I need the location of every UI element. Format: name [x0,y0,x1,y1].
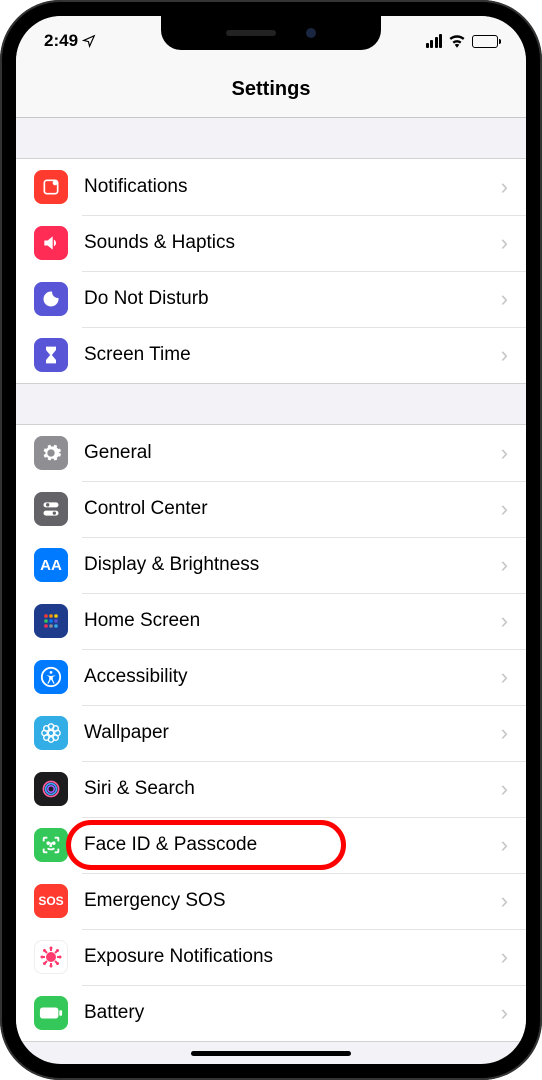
chevron-right-icon: › [501,664,508,690]
row-label: General [84,442,501,464]
settings-list-content[interactable]: Notifications › Sounds & Haptics › Do No… [16,118,526,1064]
accessibility-icon [34,660,68,694]
switches-icon [34,492,68,526]
chevron-right-icon: › [501,944,508,970]
row-emergency-sos[interactable]: SOS Emergency SOS › [16,873,526,929]
row-control-center[interactable]: Control Center › [16,481,526,537]
row-home-screen[interactable]: Home Screen › [16,593,526,649]
page-title: Settings [16,78,526,101]
row-label: Notifications [84,176,501,198]
faceid-icon [34,828,68,862]
chevron-right-icon: › [501,174,508,200]
status-time: 2:49 [44,31,78,51]
chevron-right-icon: › [501,720,508,746]
row-face-id-passcode[interactable]: Face ID & Passcode › [16,817,526,873]
grid-icon [34,604,68,638]
settings-group-1: Notifications › Sounds & Haptics › Do No… [16,158,526,384]
gear-icon [34,436,68,470]
row-screen-time[interactable]: Screen Time › [16,327,526,383]
row-siri-search[interactable]: Siri & Search › [16,761,526,817]
row-label: Wallpaper [84,722,501,744]
hourglass-icon [34,338,68,372]
screen: 2:49 Settings [16,16,526,1064]
earpiece-speaker [226,30,276,36]
sos-text: SOS [38,894,63,908]
chevron-right-icon: › [501,286,508,312]
row-wallpaper[interactable]: Wallpaper › [16,705,526,761]
settings-group-2: General › Control Center › AA Display & … [16,424,526,1042]
chevron-right-icon: › [501,608,508,634]
battery-full-icon [34,996,68,1030]
chevron-right-icon: › [501,440,508,466]
chevron-right-icon: › [501,342,508,368]
chevron-right-icon: › [501,1000,508,1026]
row-notifications[interactable]: Notifications › [16,159,526,215]
row-label: Emergency SOS [84,890,501,912]
row-label: Siri & Search [84,778,501,800]
chevron-right-icon: › [501,776,508,802]
row-exposure-notifications[interactable]: Exposure Notifications › [16,929,526,985]
notch [161,16,381,50]
row-battery[interactable]: Battery › [16,985,526,1041]
row-label: Exposure Notifications [84,946,501,968]
row-display-brightness[interactable]: AA Display & Brightness › [16,537,526,593]
navbar: Settings [16,66,526,118]
front-camera [306,28,316,38]
row-label: Screen Time [84,344,501,366]
row-label: Control Center [84,498,501,520]
siri-icon [34,772,68,806]
row-sounds-haptics[interactable]: Sounds & Haptics › [16,215,526,271]
flower-icon [34,716,68,750]
battery-icon [472,35,498,48]
chevron-right-icon: › [501,230,508,256]
row-label: Do Not Disturb [84,288,501,310]
row-accessibility[interactable]: Accessibility › [16,649,526,705]
row-label: Sounds & Haptics [84,232,501,254]
wifi-icon [448,34,466,48]
location-arrow-icon [82,34,96,48]
covid-icon [34,940,68,974]
cellular-signal-icon [426,34,443,48]
speaker-icon [34,226,68,260]
row-label: Accessibility [84,666,501,688]
sos-icon: SOS [34,884,68,918]
text-size-icon: AA [34,548,68,582]
row-general[interactable]: General › [16,425,526,481]
row-label: Face ID & Passcode [84,834,501,856]
chevron-right-icon: › [501,552,508,578]
group-separator [16,118,526,158]
moon-icon [34,282,68,316]
home-indicator[interactable] [191,1051,351,1056]
row-label: Home Screen [84,610,501,632]
chevron-right-icon: › [501,496,508,522]
row-label: Display & Brightness [84,554,501,576]
chevron-right-icon: › [501,888,508,914]
row-do-not-disturb[interactable]: Do Not Disturb › [16,271,526,327]
notifications-icon [34,170,68,204]
group-separator [16,384,526,424]
row-label: Battery [84,1002,501,1024]
chevron-right-icon: › [501,832,508,858]
phone-frame: 2:49 Settings [0,0,542,1080]
